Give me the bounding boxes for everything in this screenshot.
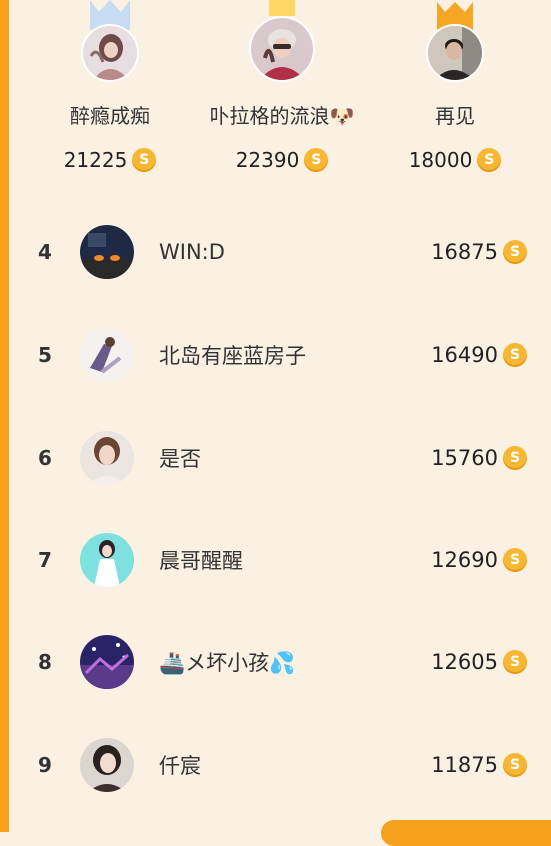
score-value: 16490: [431, 343, 498, 367]
score-value: 16875: [431, 240, 498, 264]
avatar[interactable]: [426, 24, 484, 82]
list-item[interactable]: 4 WIN:D 16875 S: [0, 202, 551, 302]
user-score: 16875 S: [431, 240, 527, 264]
avatar[interactable]: [80, 635, 134, 689]
user-name: 是否: [159, 447, 201, 471]
podium-name: 卟拉格的流浪🐶: [209, 104, 355, 128]
bottom-action-button[interactable]: [381, 820, 551, 846]
podium-score: 18000 S: [370, 148, 540, 172]
user-name: 晨哥醒醒: [159, 549, 243, 573]
score-value: 12690: [431, 548, 498, 572]
rank-number: 6: [38, 446, 52, 470]
score-value: 22390: [235, 148, 300, 172]
avatar[interactable]: [80, 738, 134, 792]
score-value: 11875: [431, 753, 498, 777]
podium-score: 21225 S: [25, 148, 195, 172]
coin-icon: S: [503, 548, 527, 572]
user-score: 15760 S: [431, 446, 527, 470]
score-value: 18000: [408, 148, 473, 172]
score-value: 15760: [431, 446, 498, 470]
list-item[interactable]: 7 晨哥醒醒 12690 S: [0, 510, 551, 610]
avatar[interactable]: [80, 225, 134, 279]
user-name: 北岛有座蓝房子: [159, 344, 306, 368]
coin-icon: S: [503, 650, 527, 674]
coin-icon: S: [503, 753, 527, 777]
coin-icon: S: [132, 148, 157, 172]
podium-score: 22390 S: [197, 148, 367, 172]
user-score: 12690 S: [431, 548, 527, 572]
avatar[interactable]: [80, 431, 134, 485]
coin-icon: S: [503, 240, 527, 264]
podium-name: 再见: [435, 104, 475, 128]
rank-number: 4: [38, 240, 52, 264]
user-score: 12605 S: [431, 650, 527, 674]
score-value: 12605: [431, 650, 498, 674]
coin-icon: S: [477, 148, 502, 172]
user-score: 11875 S: [431, 753, 527, 777]
list-item[interactable]: 8 🚢メ坏小孩💦 12605 S: [0, 612, 551, 712]
rank-number: 5: [38, 343, 52, 367]
avatar[interactable]: [80, 533, 134, 587]
avatar[interactable]: [249, 16, 315, 82]
coin-icon: S: [304, 148, 329, 172]
user-name: WIN:D: [159, 240, 225, 264]
coin-icon: S: [503, 446, 527, 470]
rank-number: 8: [38, 650, 52, 674]
rank-number: 9: [38, 753, 52, 777]
coin-icon: S: [503, 343, 527, 367]
list-item[interactable]: 6 是否 15760 S: [0, 408, 551, 508]
user-name: 仟宸: [159, 754, 201, 778]
user-name: 🚢メ坏小孩💦: [159, 651, 296, 675]
rank-number: 7: [38, 548, 52, 572]
avatar[interactable]: [80, 328, 134, 382]
podium-name: 醉瘾成痴: [70, 104, 150, 128]
list-item[interactable]: 9 仟宸 11875 S: [0, 715, 551, 815]
avatar[interactable]: [81, 24, 139, 82]
list-item[interactable]: 5 北岛有座蓝房子 16490 S: [0, 305, 551, 405]
user-score: 16490 S: [431, 343, 527, 367]
score-value: 21225: [63, 148, 128, 172]
gold-crown-icon: [269, 0, 295, 16]
